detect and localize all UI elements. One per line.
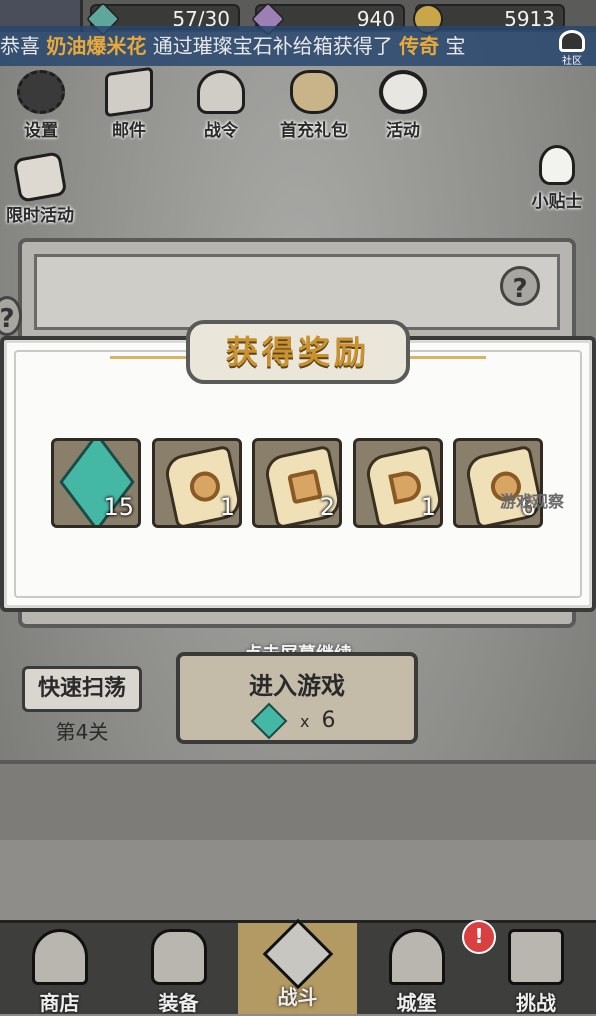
title-ornament-right bbox=[406, 356, 486, 359]
quick-sweep-button[interactable]: 快速扫荡 bbox=[22, 666, 142, 712]
hourglass-icon bbox=[12, 151, 68, 203]
backpack-icon bbox=[150, 929, 207, 985]
watermark: 游戏观察 bbox=[500, 492, 565, 511]
wreath-icon bbox=[379, 70, 427, 114]
reward-slot[interactable]: 6 bbox=[453, 438, 543, 528]
notice-banner: 恭喜 奶油爆米花 通过璀璨宝石补给箱获得了 传奇 宝 bbox=[0, 26, 596, 66]
notification-badge: ! bbox=[462, 920, 496, 954]
crossed-swords-icon bbox=[262, 918, 333, 990]
nav-equipment[interactable]: 装备 bbox=[119, 923, 238, 1015]
notice-prefix: 恭喜 bbox=[0, 34, 40, 58]
envelope-icon bbox=[105, 66, 153, 118]
settings-button[interactable]: 设置 bbox=[2, 70, 80, 141]
nav-battle[interactable]: 战斗 bbox=[238, 918, 357, 1014]
locked-armor-icon bbox=[508, 929, 564, 985]
gear-icon bbox=[17, 70, 65, 114]
tips-button[interactable]: 小贴士 bbox=[518, 145, 596, 212]
events-button[interactable]: 活动 bbox=[364, 70, 442, 141]
notice-player: 奶油爆米花 bbox=[46, 34, 147, 58]
enter-game-label: 进入游戏 bbox=[249, 672, 345, 700]
nav-shop[interactable]: 商店 bbox=[0, 923, 119, 1015]
reward-slot[interactable]: 1 bbox=[152, 438, 242, 528]
lightbulb-icon bbox=[539, 145, 575, 185]
community-button[interactable]: 社区 bbox=[554, 28, 590, 67]
notice-rarity: 传奇 bbox=[399, 34, 440, 58]
stage-panel-header bbox=[34, 254, 560, 330]
game-scene[interactable]: 57/30 940 5913 恭喜 奶油爆米花 通过璀璨宝石补给箱获得了 传奇 … bbox=[0, 0, 596, 1015]
first-recharge-button[interactable]: 首充礼包 bbox=[274, 70, 354, 141]
reward-slot[interactable]: 2 bbox=[252, 438, 342, 528]
battle-pass-button[interactable]: 战令 bbox=[182, 70, 260, 141]
level-label: 第4关 bbox=[55, 720, 109, 744]
reward-slot[interactable]: 15 bbox=[51, 438, 141, 528]
reward-title: 获得奖励 bbox=[186, 320, 410, 384]
battle-pass-icon bbox=[197, 70, 245, 114]
shop-icon bbox=[31, 929, 88, 985]
help-button[interactable]: ? bbox=[500, 266, 540, 306]
energy-gem-icon bbox=[250, 702, 288, 740]
castle-icon bbox=[388, 929, 445, 985]
notice-middle: 通过璀璨宝石补给箱获得了 bbox=[152, 34, 393, 58]
enter-cost: x6 bbox=[250, 702, 335, 740]
reward-slot[interactable]: 1 bbox=[353, 438, 443, 528]
stone-floor bbox=[0, 840, 596, 920]
mail-button[interactable]: 邮件 bbox=[90, 66, 168, 141]
gift-bag-icon bbox=[290, 70, 338, 114]
title-ornament-left bbox=[110, 356, 190, 359]
notice-suffix: 宝 bbox=[445, 34, 466, 58]
wooden-platform bbox=[0, 760, 596, 848]
home-icon bbox=[559, 30, 585, 52]
nav-castle[interactable]: 城堡 bbox=[357, 923, 476, 1015]
bottom-nav: 商店 装备 战斗 城堡 挑战 bbox=[0, 918, 596, 1015]
limited-events-button[interactable]: 限时活动 bbox=[0, 151, 80, 226]
enter-game-button[interactable]: 进入游戏 x6 bbox=[176, 652, 418, 744]
